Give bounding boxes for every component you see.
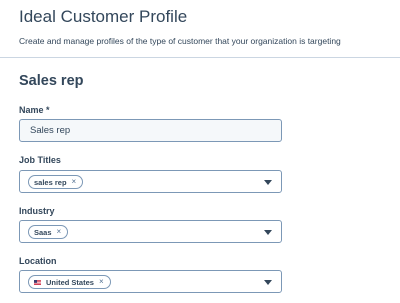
location-chip-label: United States bbox=[46, 277, 94, 287]
industry-label: Industry bbox=[19, 206, 55, 216]
location-label: Location bbox=[19, 256, 57, 266]
job-title-chip: sales rep × bbox=[28, 175, 84, 189]
chip-remove-icon[interactable]: × bbox=[99, 278, 104, 286]
page-description: Create and manage profiles of the type o… bbox=[19, 36, 341, 46]
chip-remove-icon[interactable]: × bbox=[57, 228, 62, 236]
job-title-chip-label: sales rep bbox=[34, 177, 67, 187]
name-label: Name * bbox=[19, 105, 50, 115]
location-chip: United States × bbox=[28, 275, 111, 289]
job-titles-select[interactable]: sales rep × bbox=[19, 170, 282, 193]
chip-remove-icon[interactable]: × bbox=[72, 178, 77, 186]
industry-chip-label: Saas bbox=[34, 227, 52, 237]
page-title: Ideal Customer Profile bbox=[19, 7, 188, 26]
caret-down-icon[interactable] bbox=[264, 180, 272, 185]
job-titles-label: Job Titles bbox=[19, 155, 61, 165]
industry-select[interactable]: Saas × bbox=[19, 220, 282, 243]
industry-chip: Saas × bbox=[28, 225, 69, 239]
us-flag-icon bbox=[34, 279, 41, 285]
header-divider bbox=[0, 57, 400, 58]
section-title: Sales rep bbox=[19, 73, 84, 89]
name-input[interactable] bbox=[19, 119, 282, 142]
caret-down-icon[interactable] bbox=[264, 280, 272, 285]
location-select[interactable]: United States × bbox=[19, 270, 282, 293]
caret-down-icon[interactable] bbox=[264, 230, 272, 235]
